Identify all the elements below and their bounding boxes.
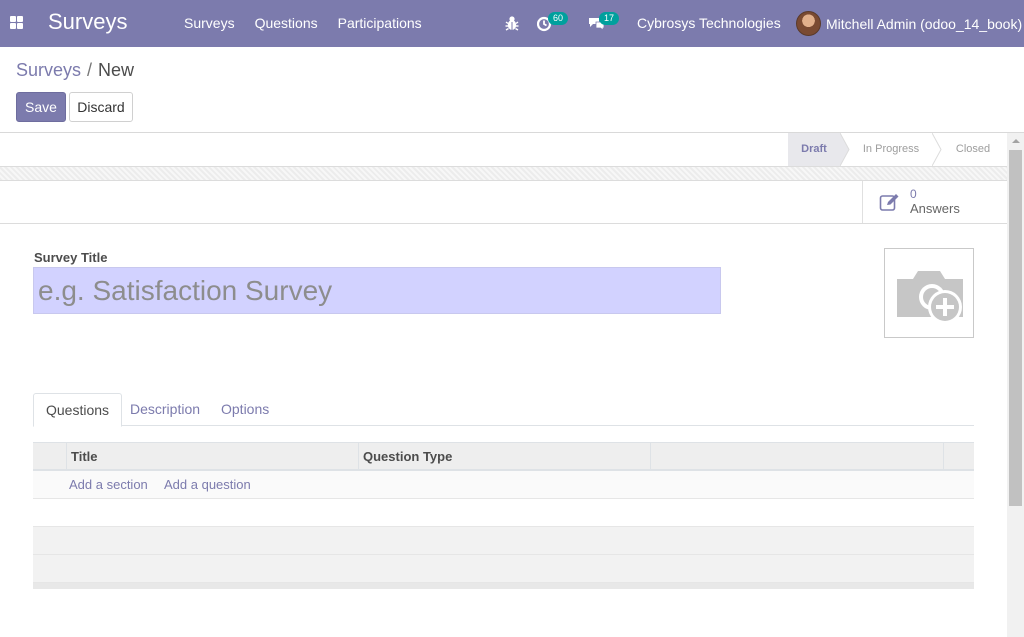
notebook-tabs: Questions Description Options	[33, 393, 974, 427]
add-section-link[interactable]: Add a section	[69, 471, 148, 499]
stage-in-progress[interactable]: In Progress	[848, 133, 934, 166]
breadcrumb-parent[interactable]: Surveys	[16, 60, 81, 80]
breadcrumb: Surveys / New	[16, 60, 135, 80]
user-name: Mitchell Admin (odoo_14_book)	[826, 15, 1023, 32]
bug-icon[interactable]	[505, 15, 519, 31]
breadcrumb-current: New	[98, 60, 135, 80]
top-navbar: Surveys Surveys Questions Participations…	[0, 0, 1024, 47]
tab-questions[interactable]: Questions	[33, 393, 123, 427]
survey-title-input[interactable]	[33, 267, 721, 314]
table-row-add: Add a section Add a question	[33, 471, 974, 499]
survey-title-label: Survey Title	[34, 250, 108, 265]
activity-menu[interactable]: 60	[536, 12, 569, 34]
messages-count-badge: 17	[599, 12, 620, 25]
edit-icon	[879, 194, 899, 211]
discard-button[interactable]: Discard	[69, 92, 133, 122]
table-row	[33, 555, 974, 583]
column-actions	[943, 443, 974, 470]
app-brand[interactable]: Surveys	[48, 9, 127, 35]
tab-description[interactable]: Description	[118, 393, 212, 426]
stage-separator	[932, 133, 942, 166]
user-menu[interactable]: Mitchell Admin (odoo_14_book)	[796, 11, 1022, 36]
menu-item-questions[interactable]: Questions	[255, 15, 318, 31]
save-button[interactable]: Save	[16, 92, 66, 122]
activity-count-badge: 60	[548, 12, 569, 25]
column-handle	[33, 443, 66, 470]
menu-item-participations[interactable]: Participations	[338, 15, 422, 31]
stage-draft[interactable]: Draft	[788, 133, 840, 166]
column-title[interactable]: Title	[66, 443, 358, 470]
column-empty	[650, 443, 943, 470]
table-header: Title Question Type	[33, 442, 974, 471]
answers-label: Answers	[910, 200, 960, 216]
messages-menu[interactable]: 17	[588, 12, 620, 34]
apps-menu-icon[interactable]	[10, 16, 23, 29]
questions-table: Title Question Type Add a section Add a …	[33, 442, 974, 589]
stage-closed[interactable]: Closed	[942, 133, 1004, 166]
camera-plus-icon	[897, 271, 963, 324]
table-row	[33, 527, 974, 555]
button-box-divider	[0, 223, 1007, 224]
answers-count: 0	[910, 186, 917, 201]
menu-item-surveys[interactable]: Surveys	[184, 15, 235, 31]
main-menu: Surveys Questions Participations	[184, 15, 442, 31]
answers-stat-button[interactable]: 0 Answers	[862, 181, 1007, 223]
scrollbar-up-arrow[interactable]	[1007, 133, 1024, 150]
table-footer	[33, 583, 974, 589]
table-row	[33, 499, 974, 527]
tab-options[interactable]: Options	[209, 393, 281, 426]
avatar	[796, 11, 821, 36]
company-switcher[interactable]: Cybrosys Technologies	[637, 15, 781, 31]
column-question-type[interactable]: Question Type	[358, 443, 650, 470]
add-question-link[interactable]: Add a question	[164, 471, 251, 499]
sheet-background	[0, 166, 1007, 180]
scrollbar-thumb[interactable]	[1009, 150, 1022, 506]
survey-image-upload[interactable]	[884, 248, 974, 338]
